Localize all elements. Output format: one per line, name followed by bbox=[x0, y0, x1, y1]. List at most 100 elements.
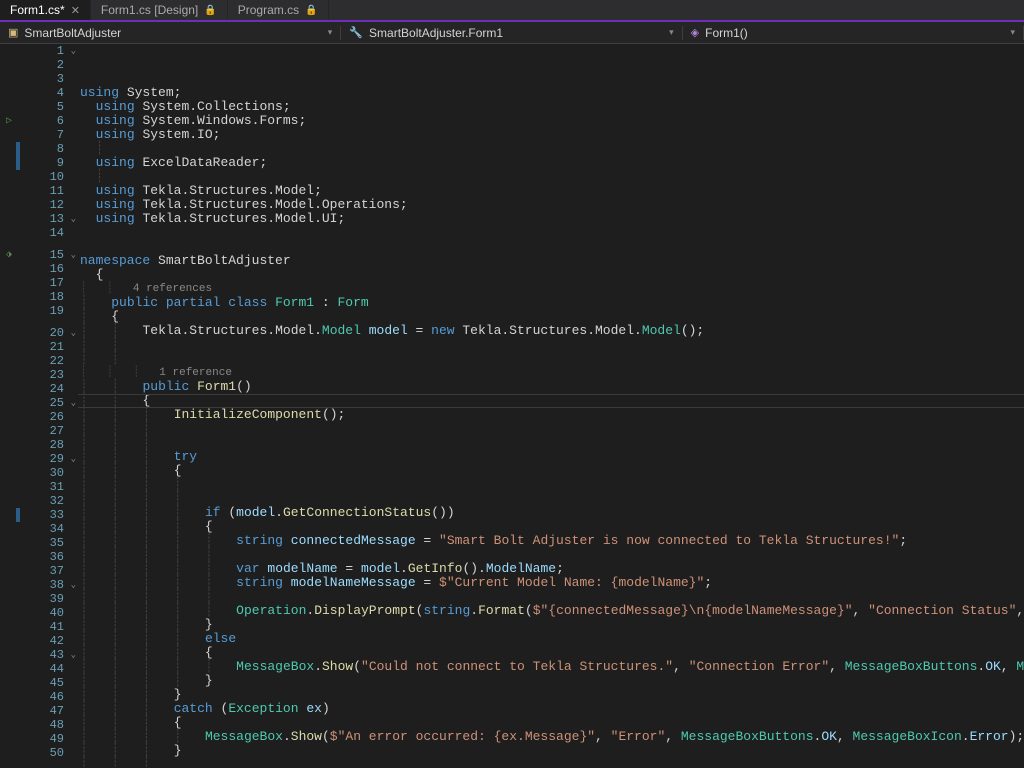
fold-toggle[interactable]: ⌄ bbox=[71, 328, 76, 338]
margin-glyph[interactable]: ▷ bbox=[2, 115, 16, 127]
code-line[interactable]: ┊ ┊ ┊ ┊ ┊ var modelName = model.GetInfo(… bbox=[78, 562, 1024, 576]
code-editor[interactable]: 1⌄2345▷678910111213⌄14⬗15⌄1617181920⌄212… bbox=[0, 44, 1024, 768]
code-line[interactable]: ┊ ┊ ┊ ┊ else bbox=[78, 632, 1024, 646]
tab-program-cs[interactable]: Program.cs 🔒 bbox=[228, 0, 329, 20]
nav-class-dropdown[interactable]: 🔧 SmartBoltAdjuster.Form1 ▾ bbox=[341, 26, 682, 40]
gutter-row: ⬗15⌄ bbox=[0, 248, 78, 262]
line-number: 41 bbox=[28, 620, 78, 634]
code-line[interactable]: ┊ bbox=[78, 142, 1024, 156]
gutter-row: 13⌄ bbox=[0, 212, 78, 226]
code-line[interactable]: ┊ ┊ ┊ try bbox=[78, 450, 1024, 464]
gutter-row: 26 bbox=[0, 410, 78, 424]
code-line[interactable]: ┊ ┊ ┊ ┊ } bbox=[78, 618, 1024, 632]
nav-namespace-dropdown[interactable]: ▣ SmartBoltAdjuster ▾ bbox=[0, 26, 341, 40]
code-line[interactable]: ┊ public partial class Form1 : Form bbox=[78, 296, 1024, 310]
tab-label: Program.cs bbox=[238, 3, 299, 17]
gutter-row: 24 bbox=[0, 382, 78, 396]
pin-icon[interactable]: 🔒 bbox=[305, 5, 317, 16]
code-line[interactable]: using ExcelDataReader; bbox=[78, 156, 1024, 170]
code-line[interactable]: ┊ ┊ ┊ bbox=[78, 758, 1024, 768]
code-line[interactable]: using Tekla.Structures.Model.Operations; bbox=[78, 198, 1024, 212]
code-line[interactable]: ┊ ┊ ┊ { bbox=[78, 716, 1024, 730]
line-number: 45 bbox=[28, 676, 78, 690]
code-line[interactable]: ┊ ┊ { bbox=[78, 394, 1024, 408]
gutter-row: 37 bbox=[0, 564, 78, 578]
code-line[interactable]: ┊ ┊ ┊ { bbox=[78, 464, 1024, 478]
code-line[interactable]: ┊ ┊ ┊ ┊ { bbox=[78, 646, 1024, 660]
code-line[interactable]: ┊ ┊ ┊ catch (Exception ex) bbox=[78, 702, 1024, 716]
fold-toggle[interactable]: ⌄ bbox=[71, 580, 76, 590]
code-line[interactable]: ┊ ┊ ┊ ┊ ┊ bbox=[78, 590, 1024, 604]
gutter-row: 46 bbox=[0, 690, 78, 704]
tab-form1-design[interactable]: Form1.cs [Design] 🔒 bbox=[91, 0, 228, 20]
pin-icon[interactable]: 🔒 bbox=[204, 5, 216, 16]
gutter-row bbox=[0, 760, 78, 768]
code-line[interactable] bbox=[78, 226, 1024, 240]
fold-toggle[interactable]: ⌄ bbox=[71, 250, 76, 260]
gutter-row: 27 bbox=[0, 424, 78, 438]
code-line[interactable]: using System.Windows.Forms; bbox=[78, 114, 1024, 128]
code-line[interactable]: ┊ ┊ bbox=[78, 338, 1024, 352]
change-indicator bbox=[16, 508, 20, 522]
nav-member-label: Form1() bbox=[705, 26, 748, 40]
gutter-row: 23 bbox=[0, 368, 78, 382]
fold-toggle[interactable]: ⌄ bbox=[71, 214, 76, 224]
code-line[interactable]: using System.Collections; bbox=[78, 100, 1024, 114]
code-line[interactable]: ┊ ┊ ┊ } bbox=[78, 744, 1024, 758]
code-line[interactable]: ┊ ┊ ┊ ┊ ┊ string connectedMessage = "Sma… bbox=[78, 534, 1024, 548]
code-line[interactable]: ┊ ┊ public Form1() bbox=[78, 380, 1024, 394]
fold-toggle[interactable]: ⌄ bbox=[71, 454, 76, 464]
code-line[interactable]: ┊ ┊ ┊ bbox=[78, 422, 1024, 436]
gutter-row: 21 bbox=[0, 340, 78, 354]
code-line[interactable]: ┊ ┊ ┊ ┊ } bbox=[78, 674, 1024, 688]
codelens[interactable]: ┊ ┊ ┊ 1 reference bbox=[78, 366, 1024, 380]
code-line[interactable]: ┊ ┊ ┊ ┊ bbox=[78, 478, 1024, 492]
code-line[interactable]: ┊ ┊ ┊ } bbox=[78, 688, 1024, 702]
line-number: 44 bbox=[28, 662, 78, 676]
line-number: 39 bbox=[28, 592, 78, 606]
fold-toggle[interactable]: ⌄ bbox=[71, 398, 76, 408]
code-line[interactable]: ┊ { bbox=[78, 310, 1024, 324]
gutter-row: ▷6 bbox=[0, 114, 78, 128]
code-line[interactable]: ┊ ┊ Tekla.Structures.Model.Model model =… bbox=[78, 324, 1024, 338]
gutter-row: 9 bbox=[0, 156, 78, 170]
gutter-row: 49 bbox=[0, 732, 78, 746]
line-number: 16 bbox=[28, 262, 78, 276]
code-line[interactable]: using Tekla.Structures.Model.UI; bbox=[78, 212, 1024, 226]
line-number: 35 bbox=[28, 536, 78, 550]
code-line[interactable]: { bbox=[78, 268, 1024, 282]
code-line[interactable]: ┊ ┊ bbox=[78, 352, 1024, 366]
margin-glyph[interactable]: ⬗ bbox=[2, 249, 16, 261]
line-number: 49 bbox=[28, 732, 78, 746]
code-line[interactable]: ┊ ┊ ┊ ┊ { bbox=[78, 520, 1024, 534]
code-line[interactable]: ┊ ┊ ┊ ┊ ┊ Operation.DisplayPrompt(string… bbox=[78, 604, 1024, 618]
code-line[interactable]: ┊ bbox=[78, 170, 1024, 184]
gutter-row: 40 bbox=[0, 606, 78, 620]
code-line[interactable]: ┊ ┊ ┊ ┊ ┊ MessageBox.Show("Could not con… bbox=[78, 660, 1024, 674]
line-number: 34 bbox=[28, 522, 78, 536]
code-line[interactable]: using System.IO; bbox=[78, 128, 1024, 142]
close-icon[interactable]: ✕ bbox=[71, 4, 80, 17]
fold-toggle[interactable]: ⌄ bbox=[71, 650, 76, 660]
code-line[interactable] bbox=[78, 240, 1024, 254]
tab-form1-cs[interactable]: Form1.cs* ✕ bbox=[0, 0, 91, 20]
codelens[interactable]: ┊ ┊ 4 references bbox=[78, 282, 1024, 296]
code-line[interactable]: ┊ ┊ ┊ InitializeComponent(); bbox=[78, 408, 1024, 422]
line-number: 30 bbox=[28, 466, 78, 480]
code-line[interactable]: ┊ ┊ ┊ ┊ ┊ string modelNameMessage = $"Cu… bbox=[78, 576, 1024, 590]
code-line[interactable]: using Tekla.Structures.Model; bbox=[78, 184, 1024, 198]
gutter-row: 30 bbox=[0, 466, 78, 480]
code-line[interactable]: ┊ ┊ ┊ ┊ if (model.GetConnectionStatus()) bbox=[78, 506, 1024, 520]
code-line[interactable]: ┊ ┊ ┊ bbox=[78, 436, 1024, 450]
code-line[interactable]: using System; bbox=[78, 86, 1024, 100]
chevron-down-icon: ▾ bbox=[669, 27, 674, 38]
nav-member-dropdown[interactable]: ◈ Form1() ▾ bbox=[683, 26, 1024, 40]
code-line[interactable]: ┊ ┊ ┊ ┊ bbox=[78, 492, 1024, 506]
code-line[interactable]: ┊ ┊ ┊ ┊ ┊ bbox=[78, 548, 1024, 562]
line-number: 5 bbox=[28, 100, 78, 114]
code-line[interactable]: ┊ ┊ ┊ ┊ MessageBox.Show($"An error occur… bbox=[78, 730, 1024, 744]
code-line[interactable]: namespace SmartBoltAdjuster bbox=[78, 254, 1024, 268]
fold-toggle[interactable]: ⌄ bbox=[71, 46, 76, 56]
code-area[interactable]: using System; using System.Collections; … bbox=[78, 44, 1024, 768]
gutter-row: 25⌄ bbox=[0, 396, 78, 410]
